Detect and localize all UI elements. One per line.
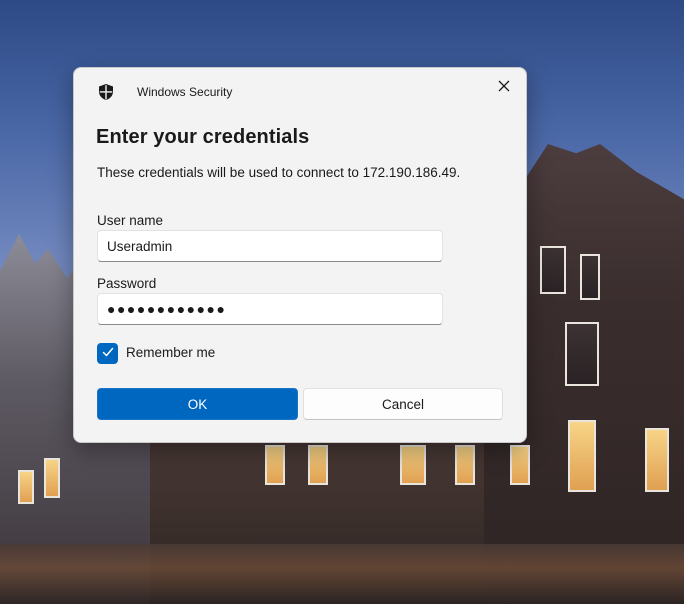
shield-icon [97, 83, 115, 101]
wallpaper-window [308, 445, 328, 485]
password-label: Password [97, 276, 157, 291]
wallpaper-window [18, 470, 34, 504]
remember-me-label[interactable]: Remember me [126, 345, 215, 360]
wallpaper-window [455, 445, 475, 485]
wallpaper-window [580, 254, 600, 300]
wallpaper-window [44, 458, 60, 498]
username-field[interactable]: Useradmin [97, 230, 443, 262]
username-value: Useradmin [107, 238, 173, 254]
close-button[interactable] [490, 74, 518, 102]
cancel-button[interactable]: Cancel [303, 388, 503, 420]
wallpaper-window [568, 420, 596, 492]
dialog-app-title: Windows Security [137, 85, 233, 99]
password-field[interactable]: ●●●●●●●●●●●● [97, 293, 443, 325]
checkmark-icon [102, 345, 114, 363]
dialog-description: These credentials will be used to connec… [97, 165, 461, 180]
remember-me-checkbox[interactable] [97, 343, 118, 364]
ok-button[interactable]: OK [97, 388, 298, 420]
wallpaper-window [540, 246, 566, 294]
credentials-dialog: Windows Security Enter your credentials … [73, 67, 527, 443]
wallpaper-window [510, 445, 530, 485]
wallpaper-window [645, 428, 669, 492]
wallpaper-window [565, 322, 599, 386]
wallpaper-window [265, 445, 285, 485]
password-value: ●●●●●●●●●●●● [107, 301, 227, 317]
wallpaper-canal [0, 544, 684, 604]
username-label: User name [97, 213, 164, 228]
close-icon [498, 79, 510, 97]
wallpaper-window [400, 445, 426, 485]
dialog-heading: Enter your credentials [96, 126, 310, 148]
